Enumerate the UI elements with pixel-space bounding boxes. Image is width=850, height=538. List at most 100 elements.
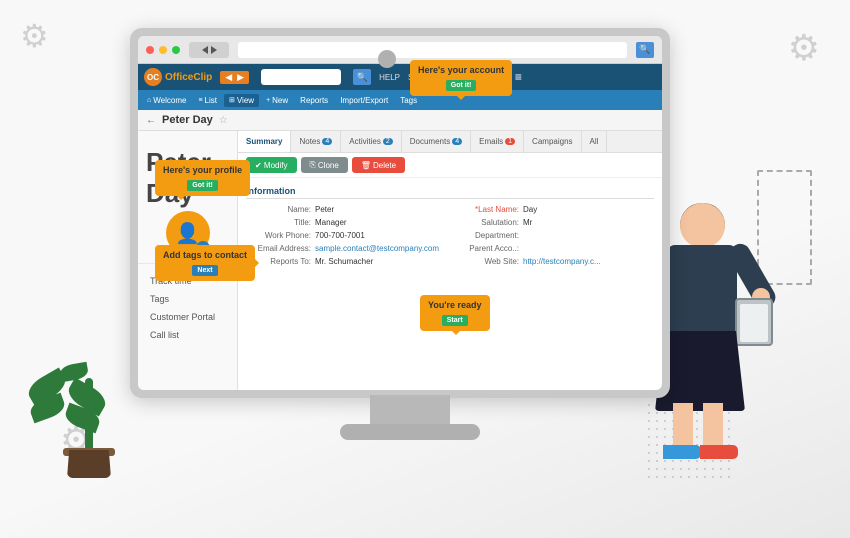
website-value[interactable]: http://testcompany.c...: [523, 257, 601, 266]
url-bar[interactable]: [238, 42, 627, 58]
sidebar-item-call-list[interactable]: Call list: [138, 326, 237, 344]
app-nav-bar: ⌂ Welcome ≡ List ⊞ View + New Reports: [138, 90, 662, 110]
form-section-title: Information: [246, 186, 654, 199]
modify-button[interactable]: ✔ Modify: [246, 157, 297, 173]
chrome-min-dot[interactable]: [159, 46, 167, 54]
field-title: Title: Manager: [246, 218, 446, 227]
callout-ready: You're ready Start: [420, 295, 490, 331]
nav-view-label: View: [237, 96, 254, 105]
breadcrumb-back-arrow[interactable]: ←: [146, 115, 156, 126]
page-breadcrumb-bar: ← Peter Day ☆: [138, 110, 662, 131]
notes-badge: 4: [322, 138, 332, 145]
monitor-base: [340, 424, 480, 440]
callout-account-title: Here's your account: [418, 65, 504, 77]
callout-account: Here's your account Got it!: [410, 60, 512, 96]
reports-to-value: Mr. Schumacher: [315, 257, 373, 266]
callout-tags-title: Add tags to contact: [163, 250, 247, 262]
callout-ready-title: You're ready: [428, 300, 482, 312]
welcome-icon: ⌂: [147, 97, 151, 104]
field-work-phone: Work Phone: 700-700-7001: [246, 231, 446, 240]
tab-notes[interactable]: Notes 4: [291, 131, 341, 152]
email-label: Email Address:: [246, 244, 311, 253]
title-label: Title:: [246, 218, 311, 227]
help-link[interactable]: HELP: [379, 73, 400, 82]
field-reports-to: Reports To: Mr. Schumacher: [246, 257, 446, 266]
logo-area[interactable]: OC OfficeClip: [144, 68, 212, 86]
chrome-max-dot[interactable]: [172, 46, 180, 54]
dashed-decoration: [757, 170, 812, 285]
plant-decoration: [55, 338, 125, 478]
hamburger-icon[interactable]: ≡: [515, 70, 522, 84]
tab-campaigns[interactable]: Campaigns: [524, 131, 581, 152]
nav-import-export-label: Import/Export: [340, 96, 388, 105]
email-value[interactable]: sample.contact@testcompany.com: [315, 244, 439, 253]
nav-list-label: List: [205, 96, 217, 105]
avatar-person-icon: 👤: [175, 221, 200, 246]
work-phone-value: 700-700-7001: [315, 231, 365, 240]
nav-new[interactable]: + New: [261, 94, 293, 107]
field-department: Department:: [454, 231, 654, 240]
gear-icon-top-right: ⚙: [788, 30, 820, 66]
logo-icon: OC: [144, 68, 162, 86]
field-parent-account: Parent Acco..:: [454, 244, 654, 253]
callout-tags-button[interactable]: Next: [192, 265, 217, 276]
department-label: Department:: [454, 231, 519, 240]
salutation-label: Salutation:: [454, 218, 519, 227]
new-icon: +: [266, 97, 270, 104]
salutation-value: Mr: [523, 218, 532, 227]
tab-emails[interactable]: Emails 1: [471, 131, 524, 152]
nav-welcome-label: Welcome: [153, 96, 186, 105]
website-label: Web Site:: [454, 257, 519, 266]
contact-fields-grid: Name: Peter *Last Name: Day Title: Manag…: [246, 205, 654, 266]
tab-documents[interactable]: Documents 4: [402, 131, 471, 152]
field-salutation: Salutation: Mr: [454, 218, 654, 227]
action-buttons-bar: ✔ Modify ⎘ Clone 🗑 Delete: [238, 153, 662, 178]
tab-all[interactable]: All: [582, 131, 608, 152]
field-last-name: *Last Name: Day: [454, 205, 654, 214]
browser-search-button[interactable]: 🔍: [636, 42, 654, 58]
back-arrow-icon[interactable]: [202, 46, 208, 54]
favorite-star-icon[interactable]: ☆: [219, 115, 228, 126]
field-email: Email Address: sample.contact@testcompan…: [246, 244, 446, 253]
chrome-close-dot[interactable]: [146, 46, 154, 54]
forward-arrow-icon[interactable]: [211, 46, 217, 54]
sidebar-item-customer-portal[interactable]: Customer Portal: [138, 308, 237, 326]
browser-nav-buttons[interactable]: [189, 42, 229, 58]
header-nav-buttons[interactable]: ◀ ▶: [220, 71, 249, 84]
tab-activities[interactable]: Activities 2: [341, 131, 401, 152]
clone-button[interactable]: ⎘ Clone: [301, 157, 348, 173]
delete-button[interactable]: 🗑 Delete: [352, 157, 405, 173]
last-name-value: Day: [523, 205, 537, 214]
parent-account-label: Parent Acco..:: [454, 244, 519, 253]
app-search-bar[interactable]: [261, 69, 341, 85]
nav-back-btn[interactable]: ◀: [223, 72, 234, 83]
callout-account-button[interactable]: Got it!: [446, 80, 477, 91]
browser-chrome: 🔍: [138, 36, 662, 64]
nav-tags-label: Tags: [400, 96, 417, 105]
monitor-inner: 🔍 OC OfficeClip ◀ ▶ 🔍 HELP SET: [138, 36, 662, 390]
tab-summary[interactable]: Summary: [238, 131, 291, 152]
nav-import-export[interactable]: Import/Export: [335, 94, 393, 107]
nav-reports[interactable]: Reports: [295, 94, 333, 107]
clone-icon: ⎘: [310, 160, 316, 170]
sidebar-item-tags[interactable]: Tags: [138, 290, 237, 308]
nav-forward-btn[interactable]: ▶: [235, 72, 246, 83]
callout-profile-button[interactable]: Got it!: [187, 180, 218, 191]
main-content-area: Summary Notes 4 Activities 2 Documents: [238, 131, 662, 390]
nav-view[interactable]: ⊞ View: [224, 94, 259, 107]
contact-form: Information Name: Peter *Last Name: Day: [238, 178, 662, 274]
list-icon: ≡: [198, 97, 202, 104]
content-tabs-bar: Summary Notes 4 Activities 2 Documents: [238, 131, 662, 153]
page-contact-title: Peter Day: [162, 114, 213, 126]
nav-list[interactable]: ≡ List: [193, 94, 222, 107]
monitor-screen: 🔍 OC OfficeClip ◀ ▶ 🔍 HELP SET: [130, 28, 670, 398]
callout-profile: Here's your profile Got it!: [155, 160, 250, 196]
activities-badge: 2: [383, 138, 393, 145]
app-search-button[interactable]: 🔍: [353, 69, 371, 85]
documents-badge: 4: [452, 138, 462, 145]
first-name-label: Name:: [246, 205, 311, 214]
logo-text: OfficeClip: [165, 72, 212, 83]
delete-icon: 🗑: [361, 161, 371, 170]
callout-ready-button[interactable]: Start: [442, 315, 468, 326]
nav-welcome[interactable]: ⌂ Welcome: [142, 94, 191, 107]
